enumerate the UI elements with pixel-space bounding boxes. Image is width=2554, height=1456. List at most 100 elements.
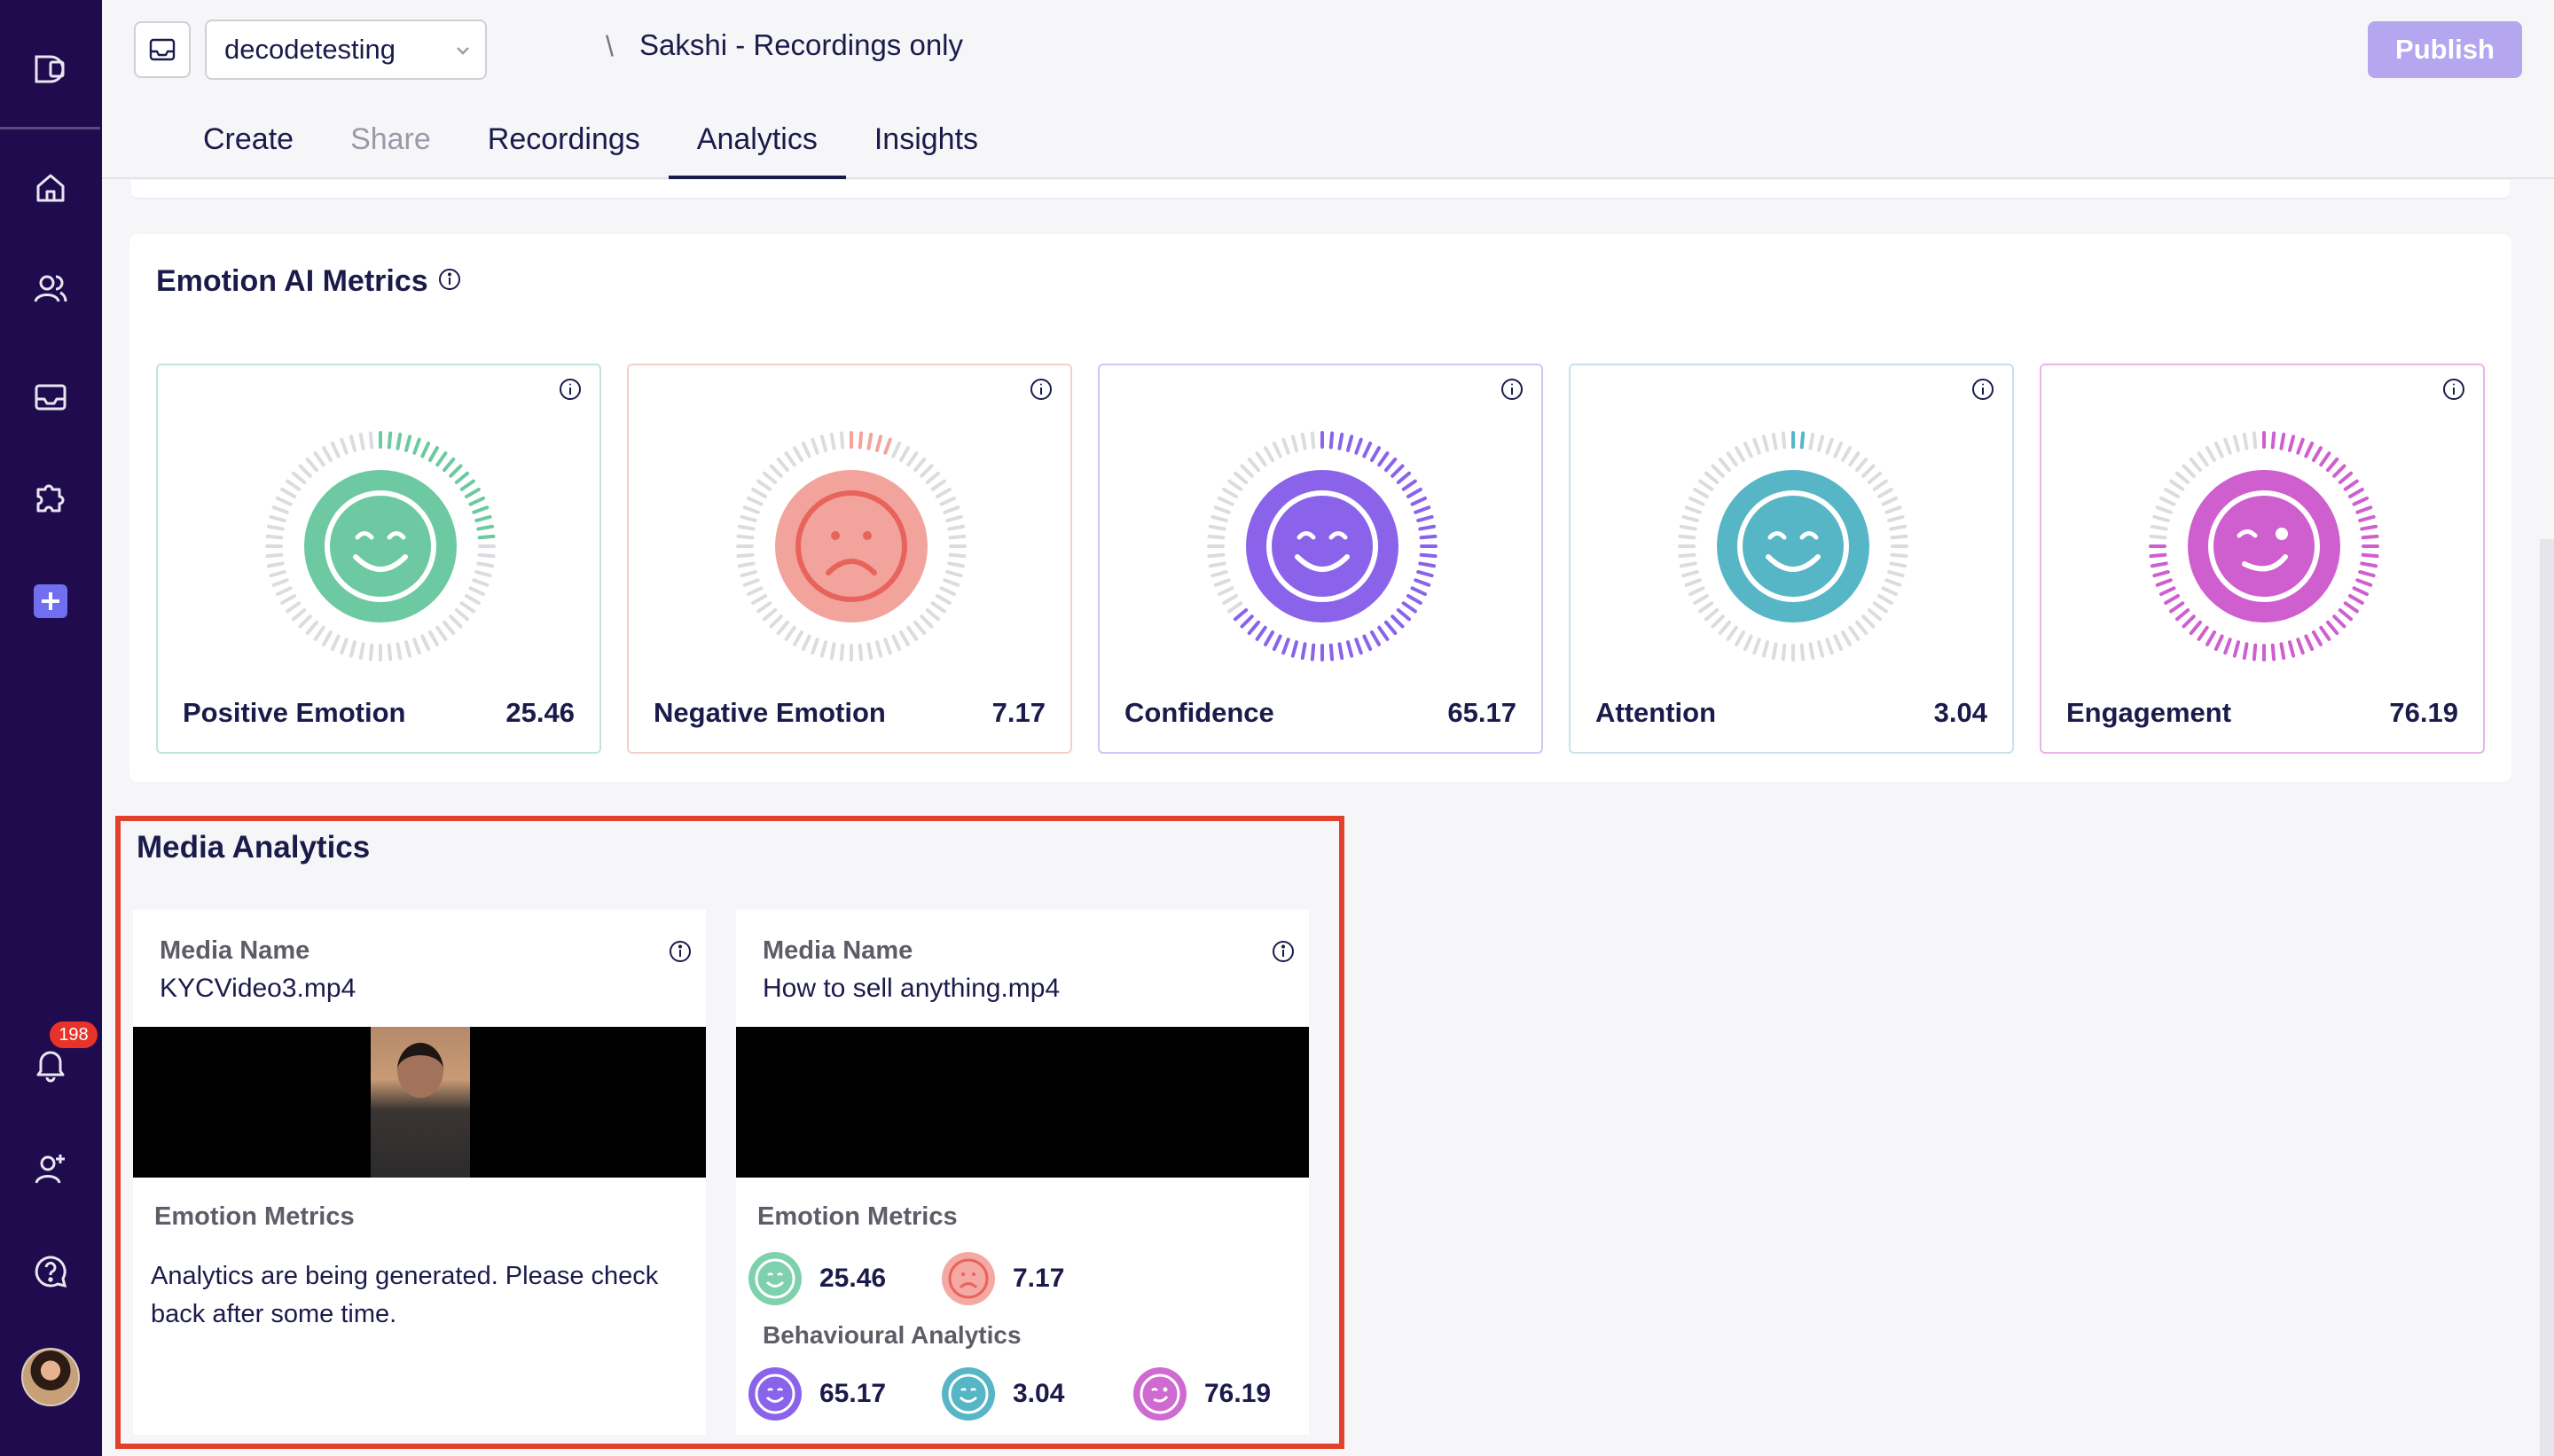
info-icon[interactable] xyxy=(438,268,461,291)
gauge-tick xyxy=(930,601,946,614)
gauge-tick-filled xyxy=(2287,640,2296,658)
gauge-tick-filled xyxy=(412,437,421,455)
publish-button[interactable]: Publish xyxy=(2368,21,2522,78)
gauge-tick-filled xyxy=(1233,607,1249,622)
gauge-tick xyxy=(1688,586,1705,597)
gauge-tick xyxy=(403,640,412,658)
info-icon[interactable] xyxy=(1272,940,1295,963)
media-name-label: Media Name xyxy=(763,936,913,965)
inbox-icon[interactable] xyxy=(24,371,77,424)
info-icon[interactable] xyxy=(1971,378,1994,401)
gauge-tick xyxy=(1718,620,1732,636)
logo-icon[interactable] xyxy=(24,43,77,96)
gauge-tick xyxy=(737,561,756,568)
gauge-tick xyxy=(349,640,357,658)
info-icon[interactable] xyxy=(1500,378,1524,401)
gauge-tick-filled xyxy=(1419,552,1438,559)
smile-face-icon xyxy=(748,1367,802,1421)
gauge-tick xyxy=(2197,451,2209,467)
users-icon[interactable] xyxy=(24,262,77,316)
gauge-tick xyxy=(275,586,293,597)
home-icon[interactable] xyxy=(24,161,77,215)
gauge-tick xyxy=(1848,451,1861,467)
tab-insights[interactable]: Insights xyxy=(846,117,1007,179)
gauge-tick xyxy=(1227,601,1243,614)
gauge-tick-filled xyxy=(468,496,486,506)
gauge-tick xyxy=(1771,642,1778,661)
gauge-tick xyxy=(1881,586,1899,597)
gauge-tick xyxy=(1711,464,1725,478)
scrollbar[interactable] xyxy=(2540,539,2554,1456)
gauge-tick-filled xyxy=(2270,431,2276,450)
tab-analytics[interactable]: Analytics xyxy=(668,117,846,179)
media-analytics-section: Media Analytics Media Name KYCVideo3.mp4… xyxy=(115,816,1344,1449)
wink-face-icon xyxy=(1133,1367,1187,1421)
tab-create[interactable]: Create xyxy=(175,117,322,179)
gauge-tick xyxy=(1884,505,1902,514)
gauge-tick xyxy=(1752,437,1761,455)
gauge-tick xyxy=(1781,643,1787,661)
gauge-tick xyxy=(1233,471,1249,485)
smile-face-icon xyxy=(942,1367,995,1421)
gauge-tick xyxy=(368,643,374,661)
video-preview[interactable] xyxy=(133,1027,706,1178)
gauge-tick xyxy=(801,634,811,652)
gauge-tick xyxy=(291,607,307,622)
gauge-tick xyxy=(762,471,778,485)
gauge-tick-filled xyxy=(2338,607,2354,622)
gauge-tick xyxy=(1889,524,1908,531)
workspace-inbox-button[interactable] xyxy=(134,21,191,78)
gauge-tick xyxy=(305,457,319,473)
negative-emotion-value: 7.17 xyxy=(1013,1264,1065,1293)
add-icon[interactable] xyxy=(24,575,77,628)
sidebar-divider xyxy=(0,127,100,129)
metric-card-positive-emotion: Positive Emotion 25.46 xyxy=(156,364,601,754)
gauge-tick xyxy=(1210,569,1228,578)
info-icon[interactable] xyxy=(669,940,692,963)
info-icon[interactable] xyxy=(559,378,582,401)
gauge-tick xyxy=(271,505,289,514)
workspace-select[interactable]: decodetesting xyxy=(205,20,487,80)
gauge-tick xyxy=(1247,457,1261,473)
gauge-tick xyxy=(742,505,760,514)
info-icon[interactable] xyxy=(2442,378,2465,401)
user-avatar[interactable] xyxy=(21,1348,80,1406)
gauge-tick xyxy=(1752,638,1761,655)
breadcrumb-separator: \ xyxy=(606,30,614,62)
gauge-tick-filled xyxy=(2242,642,2249,661)
gauge-tick xyxy=(874,640,883,658)
puzzle-icon[interactable] xyxy=(24,470,77,523)
media-analytics-title: Media Analytics xyxy=(137,830,371,865)
tab-recordings[interactable]: Recordings xyxy=(459,117,669,179)
gauge-tick xyxy=(1698,479,1714,491)
help-icon[interactable] xyxy=(24,1245,77,1298)
video-preview[interactable] xyxy=(736,1027,1309,1178)
gauge-tick-filled xyxy=(1247,620,1261,636)
gauge-tick-filled xyxy=(387,431,393,450)
info-icon[interactable] xyxy=(1030,378,1053,401)
frown-face-icon xyxy=(942,1252,995,1305)
metric-gauge xyxy=(1207,431,1438,661)
metric-name: Attention xyxy=(1595,697,1717,728)
gauge-tick-filled xyxy=(1337,432,1344,450)
gauge-tick xyxy=(736,552,755,559)
gauge-tick xyxy=(1867,607,1883,622)
gauge-tick xyxy=(1876,594,1893,605)
add-user-icon[interactable] xyxy=(24,1142,77,1195)
gauge-tick xyxy=(1681,514,1699,523)
analytics-pending-message: Analytics are being generated. Please ch… xyxy=(151,1262,659,1328)
header: decodetesting \ Sakshi - Recordings only… xyxy=(102,0,2554,179)
tab-bar: Create Share Recordings Analytics Insigh… xyxy=(175,117,1007,179)
video-thumbnail xyxy=(371,1027,470,1178)
tab-share[interactable]: Share xyxy=(322,117,459,179)
project-title: Sakshi - Recordings only xyxy=(639,28,963,61)
gauge-tick xyxy=(1272,441,1282,458)
gauge-tick xyxy=(275,496,293,506)
gauge-tick-filled xyxy=(2169,601,2185,614)
person-thumbnail xyxy=(397,1043,443,1098)
gauge-tick xyxy=(2169,479,2185,491)
gauge-tick-filled xyxy=(472,505,490,514)
gauge-tick xyxy=(269,569,286,578)
gauge-tick-filled xyxy=(2332,464,2346,478)
gauge-tick xyxy=(2232,434,2241,452)
